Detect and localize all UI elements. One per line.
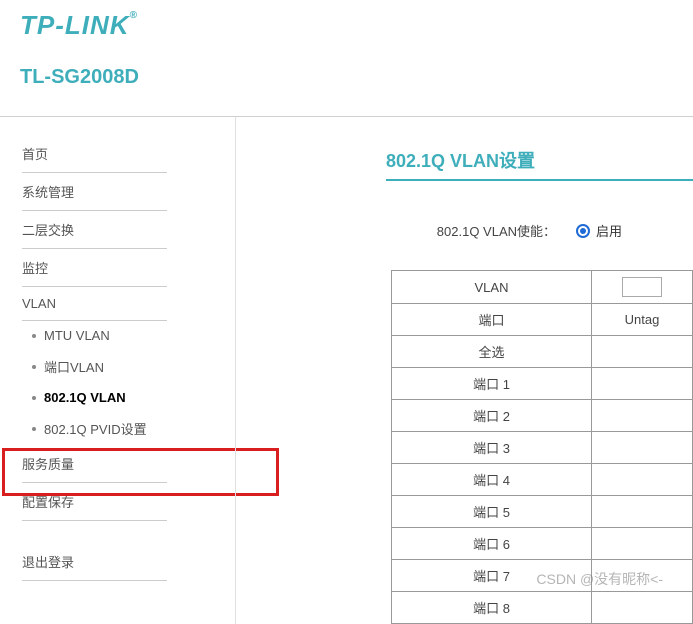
table-row-port: 端口 5 [392,496,592,528]
table-cell-untag[interactable] [592,368,693,400]
table-cell-untag[interactable] [592,592,693,624]
content-panel: 802.1Q VLAN设置 802.1Q VLAN使能： 启用 VLAN 端口 … [235,117,693,624]
enable-radio[interactable]: 启用 [576,221,622,240]
watermark: CSDN @没有昵称<- [536,569,663,589]
nav-home[interactable]: 首页 [22,135,167,173]
table-row-port: 端口 2 [392,400,592,432]
nav-save[interactable]: 配置保存 [22,483,167,521]
model-label: TL-SG2008D [20,66,673,101]
row-select-all[interactable]: 全选 [392,336,592,368]
nav-pvid[interactable]: 802.1Q PVID设置 [22,412,167,445]
cell-select-all-untag[interactable] [592,336,693,368]
table-row-port: 端口 8 [392,592,592,624]
th-untag: Untag [592,304,693,336]
nav-mtu-vlan[interactable]: MTU VLAN [22,321,167,350]
bullet-icon [32,365,36,369]
nav-system[interactable]: 系统管理 [22,173,167,211]
table-cell-untag[interactable] [592,432,693,464]
table-cell-untag[interactable] [592,464,693,496]
th-vlan: VLAN [392,271,592,304]
th-port: 端口 [392,304,592,336]
table-row-port: 端口 6 [392,528,592,560]
nav-logout[interactable]: 退出登录 [22,543,167,581]
nav-qos[interactable]: 服务质量 [22,445,167,483]
page-title: 802.1Q VLAN设置 [386,147,693,181]
nav-monitor[interactable]: 监控 [22,249,167,287]
brand-logo: TP-LINK® [20,10,673,41]
bullet-icon [32,334,36,338]
radio-checked-icon [576,224,590,238]
bullet-icon [32,396,36,400]
sidebar: 首页 系统管理 二层交换 监控 VLAN MTU VLAN 端口VLAN 802… [0,117,235,624]
vlan-id-input[interactable] [622,277,662,297]
th-vlan-input-cell [592,271,693,304]
table-cell-untag[interactable] [592,496,693,528]
table-row-port: 端口 3 [392,432,592,464]
nav-8021q-vlan[interactable]: 802.1Q VLAN [22,383,167,412]
enable-label: 802.1Q VLAN使能： [416,221,576,240]
table-cell-untag[interactable] [592,400,693,432]
nav-vlan[interactable]: VLAN [22,287,167,321]
table-cell-untag[interactable] [592,528,693,560]
nav-l2switch[interactable]: 二层交换 [22,211,167,249]
nav-port-vlan[interactable]: 端口VLAN [22,350,167,383]
bullet-icon [32,427,36,431]
table-row-port: 端口 1 [392,368,592,400]
table-row-port: 端口 4 [392,464,592,496]
